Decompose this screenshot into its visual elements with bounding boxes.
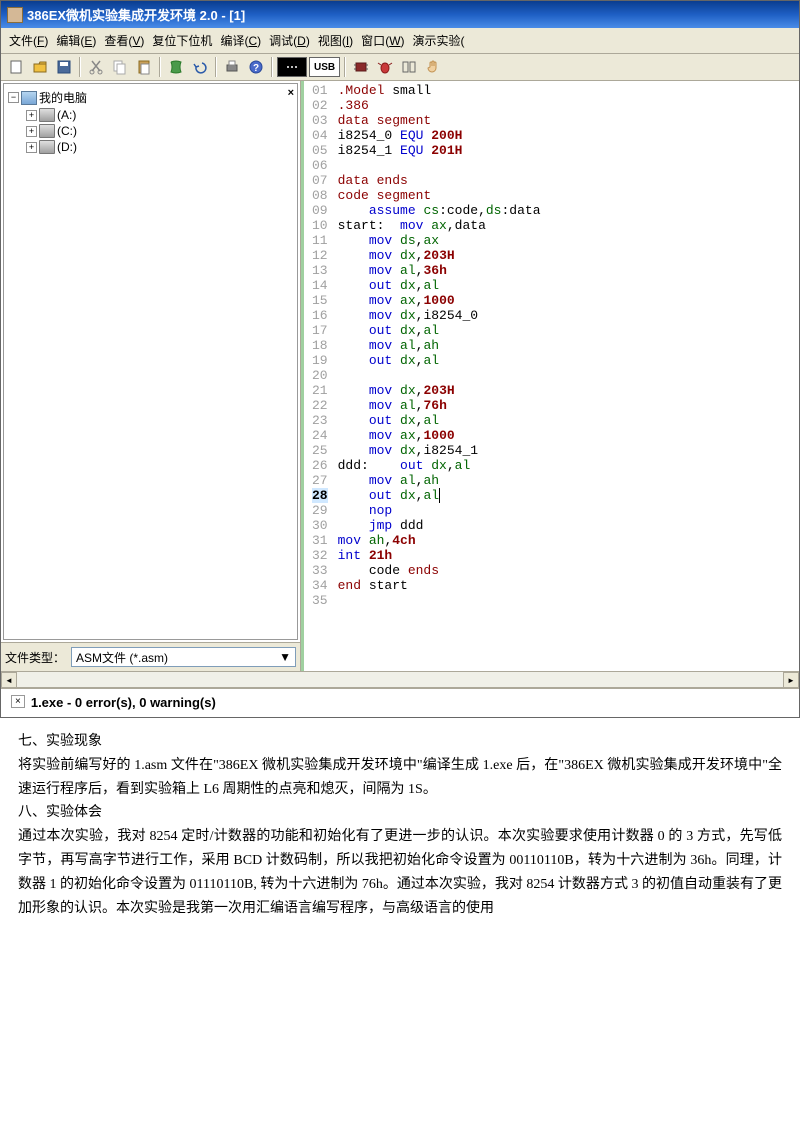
help-button[interactable]: ? [245, 56, 267, 78]
output-panel: × 1.exe - 0 error(s), 0 warning(s) [1, 687, 799, 717]
filetype-select[interactable]: ASM文件 (*.asm) ▼ [71, 647, 296, 667]
menu-view[interactable]: 查看(V) [100, 30, 148, 51]
code-editor[interactable]: 0102030405060708091011121314151617181920… [301, 81, 799, 671]
tree-close-button[interactable]: × [288, 87, 294, 99]
disk-icon [39, 124, 55, 138]
menu-edit[interactable]: 编辑(E) [52, 30, 100, 51]
file-tree[interactable]: × − 我的电脑 + (A:) + (C:) + [3, 83, 298, 640]
save-button[interactable] [53, 56, 75, 78]
run-button[interactable] [165, 56, 187, 78]
toolbar: ? USB [1, 54, 799, 81]
line-gutter: 0102030405060708091011121314151617181920… [304, 81, 334, 671]
copy-button[interactable] [109, 56, 131, 78]
section-7-body: 将实验前编写好的 1.asm 文件在"386EX 微机实验集成开发环境中"编译生… [18, 754, 782, 802]
tree-root[interactable]: − 我的电脑 [8, 88, 293, 107]
main-area: × − 我的电脑 + (A:) + (C:) + [1, 81, 799, 671]
menu-viewport[interactable]: 视图(I) [314, 30, 357, 51]
filetype-row: 文件类型： ASM文件 (*.asm) ▼ [1, 642, 300, 671]
document-text: 七、实验现象 将实验前编写好的 1.asm 文件在"386EX 微机实验集成开发… [0, 718, 800, 932]
dropdown-icon: ▼ [279, 650, 291, 664]
window-title: 386EX微机实验集成开发环境 2.0 - [1] [27, 5, 245, 24]
sidebar: × − 我的电脑 + (A:) + (C:) + [1, 81, 301, 671]
menu-file[interactable]: 文件(F) [5, 30, 52, 51]
drive-label: (A:) [57, 108, 76, 122]
menu-window[interactable]: 窗口(W) [357, 30, 408, 51]
section-7-heading: 七、实验现象 [18, 730, 782, 754]
menu-demo[interactable]: 演示实验( [409, 30, 469, 51]
computer-icon [21, 91, 37, 105]
paste-button[interactable] [133, 56, 155, 78]
menu-bar: 文件(F) 编辑(E) 查看(V) 复位下位机 编译(C) 调试(D) 视图(I… [1, 28, 799, 54]
usb-button[interactable]: USB [309, 57, 340, 77]
bug-icon[interactable] [374, 56, 396, 78]
svg-text:?: ? [253, 63, 259, 74]
scroll-left-button[interactable]: ◄ [1, 672, 17, 688]
chip-icon[interactable] [350, 56, 372, 78]
title-bar[interactable]: 386EX微机实验集成开发环境 2.0 - [1] [1, 1, 799, 28]
menu-debug[interactable]: 调试(D) [265, 30, 314, 51]
expand-icon[interactable]: + [26, 110, 37, 121]
expand-icon[interactable]: + [26, 142, 37, 153]
collapse-icon[interactable]: − [8, 92, 19, 103]
drive-label: (D:) [57, 140, 77, 154]
tree-drive-c[interactable]: + (C:) [8, 123, 293, 139]
app-icon [7, 7, 23, 23]
disk-icon [39, 140, 55, 154]
scroll-track[interactable] [17, 672, 783, 687]
app-window: 386EX微机实验集成开发环境 2.0 - [1] 文件(F) 编辑(E) 查看… [0, 0, 800, 718]
filetype-value: ASM文件 (*.asm) [76, 649, 168, 666]
print-button[interactable] [221, 56, 243, 78]
scroll-right-button[interactable]: ► [783, 672, 799, 688]
horizontal-scrollbar[interactable]: ◄ ► [1, 671, 799, 687]
section-8-heading: 八、实验体会 [18, 801, 782, 825]
new-button[interactable] [5, 56, 27, 78]
open-button[interactable] [29, 56, 51, 78]
cut-button[interactable] [85, 56, 107, 78]
expand-icon[interactable]: + [26, 126, 37, 137]
drive-label: (C:) [57, 124, 77, 138]
tree-root-label: 我的电脑 [39, 89, 87, 106]
memory-icon[interactable] [398, 56, 420, 78]
menu-compile[interactable]: 编译(C) [216, 30, 265, 51]
menu-reset[interactable]: 复位下位机 [148, 30, 216, 51]
floppy-icon [39, 108, 55, 122]
serial-button[interactable] [277, 57, 307, 77]
code-content[interactable]: .Model small.386data segmenti8254_0 EQU … [334, 81, 799, 671]
filetype-label: 文件类型： [5, 649, 65, 666]
output-close-button[interactable]: × [11, 695, 25, 708]
output-text: 1.exe - 0 error(s), 0 warning(s) [31, 695, 216, 710]
section-8-body: 通过本次实验，我对 8254 定时/计数器的功能和初始化有了更进一步的认识。本次… [18, 825, 782, 920]
tree-drive-d[interactable]: + (D:) [8, 139, 293, 155]
hand-icon[interactable] [422, 56, 444, 78]
tree-drive-a[interactable]: + (A:) [8, 107, 293, 123]
undo-button[interactable] [189, 56, 211, 78]
